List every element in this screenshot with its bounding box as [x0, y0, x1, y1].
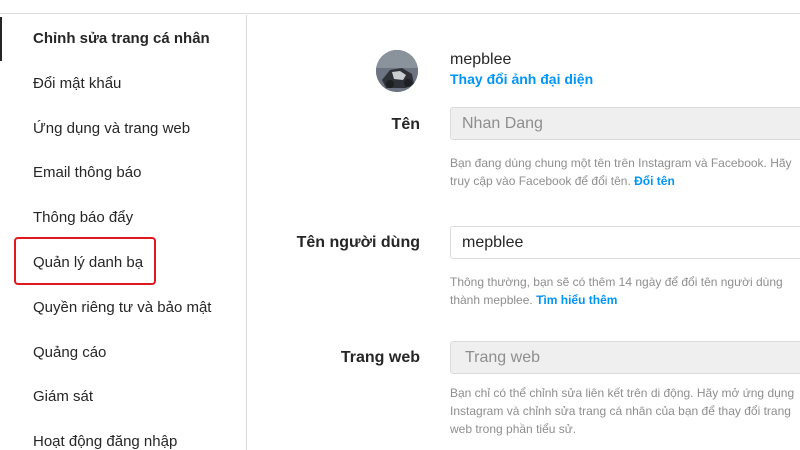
name-help-line2: truy cập vào Facebook để đổi tên.	[450, 174, 631, 188]
website-help-text: Bạn chỉ có thể chỉnh sửa liên kết trên d…	[450, 384, 800, 438]
website-label: Trang web	[340, 349, 420, 366]
edit-profile-form: mepblee Thay đổi ảnh đại diện Tên Nhan D…	[248, 15, 800, 450]
username-label: Tên người dùng	[296, 234, 420, 251]
settings-page: Chỉnh sửa trang cá nhân Đổi mật khẩu Ứng…	[0, 0, 800, 450]
username-help-line2: thành mepblee.	[450, 293, 533, 307]
change-profile-photo-link[interactable]: Thay đổi ảnh đại diện	[450, 71, 593, 87]
sidebar-item-email-notifications[interactable]: Email thông báo	[0, 151, 246, 195]
name-label: Tên	[391, 116, 420, 133]
username-input[interactable]: mepblee	[450, 226, 800, 259]
sidebar-item-ads[interactable]: Quảng cáo	[0, 331, 246, 375]
website-help-line3: web trong phần tiểu sử.	[450, 422, 577, 436]
sidebar-item-apps-websites[interactable]: Ứng dụng và trang web	[0, 107, 246, 151]
learn-more-link[interactable]: Tìm hiểu thêm	[536, 293, 617, 307]
name-input[interactable]: Nhan Dang	[450, 107, 800, 140]
sidebar-item-change-password[interactable]: Đổi mật khẩu	[0, 62, 246, 106]
avatar-photo-icon	[376, 50, 418, 92]
name-help-text: Bạn đang dùng chung một tên trên Instagr…	[450, 154, 800, 190]
username-help-line1: Thông thường, bạn sẽ có thêm 14 ngày để …	[450, 275, 783, 289]
website-help-line1: Bạn chỉ có thể chỉnh sửa liên kết trên d…	[450, 386, 795, 400]
sidebar-item-privacy-security[interactable]: Quyền riêng tư và bảo mật	[0, 286, 246, 330]
username-help-line2-wrap: thành mepblee. Tìm hiểu thêm	[450, 291, 800, 309]
sidebar-item-supervision[interactable]: Giám sát	[0, 375, 246, 419]
name-help-line1: Bạn đang dùng chung một tên trên Instagr…	[450, 156, 792, 170]
sidebar-item-login-activity[interactable]: Hoạt động đăng nhập	[0, 420, 246, 450]
sidebar-item-push-notifications[interactable]: Thông báo đẩy	[0, 196, 246, 240]
sidebar-item-manage-contacts[interactable]: Quản lý danh bạ	[0, 241, 246, 285]
settings-sidebar: Chỉnh sửa trang cá nhân Đổi mật khẩu Ứng…	[0, 15, 247, 450]
profile-username: mepblee	[450, 51, 512, 68]
username-help-text: Thông thường, bạn sẽ có thêm 14 ngày để …	[450, 273, 800, 309]
change-name-link[interactable]: Đổi tên	[634, 174, 675, 188]
website-input[interactable]: Trang web	[450, 341, 800, 374]
top-header-edge	[0, 0, 800, 14]
name-help-line2-wrap: truy cập vào Facebook để đổi tên. Đổi tê…	[450, 172, 800, 190]
avatar[interactable]	[376, 50, 418, 92]
website-help-line2: Instagram và chỉnh sửa trang cá nhân của…	[450, 404, 791, 418]
sidebar-item-edit-profile[interactable]: Chỉnh sửa trang cá nhân	[0, 17, 246, 61]
